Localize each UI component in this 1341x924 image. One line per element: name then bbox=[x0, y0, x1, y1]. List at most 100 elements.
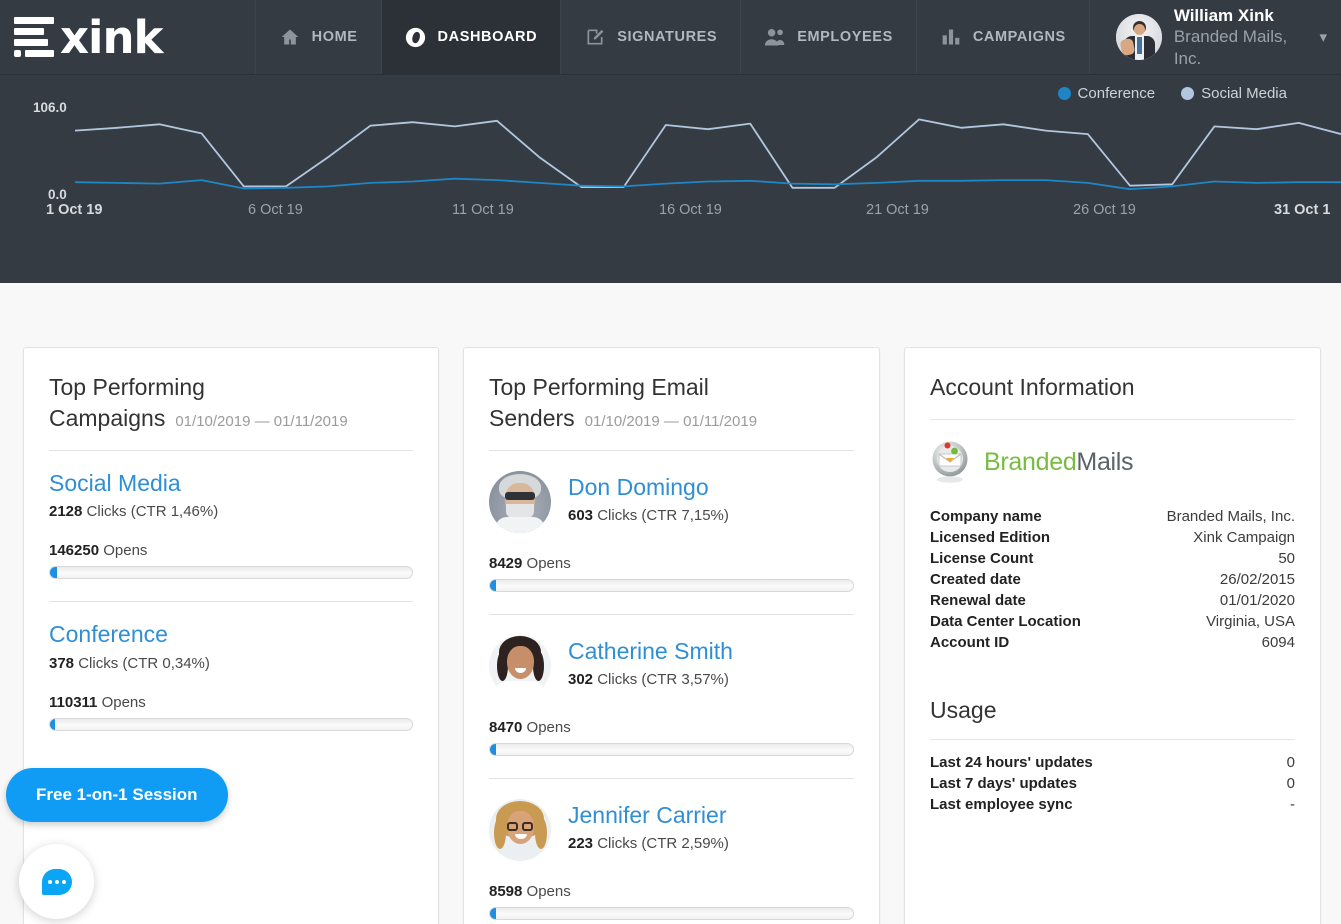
nav-item-home[interactable]: HOME bbox=[254, 0, 381, 74]
x-tick-6: 31 Oct 1 bbox=[1274, 202, 1331, 218]
info-circle-icon bbox=[405, 26, 427, 48]
campaign-opens: 110311 Opens bbox=[49, 693, 146, 711]
table-row: Account ID 6094 bbox=[930, 634, 1295, 652]
campaigns-card-title: Top Performing Campaigns 01/10/2019 — 01/… bbox=[49, 372, 413, 434]
campaign-name[interactable]: Social Media bbox=[49, 470, 413, 496]
sender-progress-fill bbox=[490, 744, 496, 756]
sender-clicks: 603 Clicks (CTR 7,15%) bbox=[568, 507, 729, 525]
sender-name[interactable]: Catherine Smith bbox=[568, 638, 733, 664]
senders-card-title: Top Performing Email Senders 01/10/2019 —… bbox=[489, 372, 854, 434]
logo-branded-text: Branded bbox=[984, 447, 1077, 476]
main-content: Top Performing Campaigns 01/10/2019 — 01/… bbox=[0, 283, 1341, 924]
nav-item-dashboard[interactable]: DASHBOARD bbox=[380, 0, 561, 74]
sender-name[interactable]: Jennifer Carrier bbox=[568, 802, 729, 828]
x-tick-4: 21 Oct 19 bbox=[866, 202, 929, 218]
brandedmails-logo: BrandedMails bbox=[930, 440, 1295, 484]
table-row: Last 24 hours' updates 0 bbox=[930, 754, 1295, 772]
nav-item-campaigns[interactable]: CAMPAIGNS bbox=[915, 0, 1090, 74]
nav-label-campaigns: CAMPAIGNS bbox=[972, 29, 1066, 45]
table-row: Licensed Edition Xink Campaign bbox=[930, 529, 1295, 547]
usage-table: Last 24 hours' updates 0 Last 7 days' upd… bbox=[930, 752, 1295, 815]
senders-title-line1: Top Performing Email bbox=[489, 374, 709, 400]
x-tick-1: 6 Oct 19 bbox=[248, 202, 303, 218]
user-avatar bbox=[1115, 14, 1162, 60]
senders-title-line2: Senders bbox=[489, 405, 575, 432]
dashboard-chart: Conference Social Media 106.0 0.0 1 Oct … bbox=[0, 75, 1341, 283]
table-row: Last employee sync - bbox=[930, 796, 1295, 814]
edit-square-icon bbox=[584, 26, 606, 48]
campaigns-title-line2: Campaigns bbox=[49, 405, 166, 432]
campaign-clicks: 2128 Clicks (CTR 1,46%) bbox=[49, 503, 219, 521]
campaigns-title-line1: Top Performing bbox=[49, 374, 205, 400]
top-performing-senders-card: Top Performing Email Senders 01/10/2019 —… bbox=[463, 347, 880, 924]
main-nav: HOME DASHBOARD SIGNATURES EMPLOYEES CAMP… bbox=[254, 0, 1090, 74]
account-card-title: Account Information bbox=[930, 374, 1135, 400]
sender-avatar-catherine-smith bbox=[489, 635, 551, 698]
top-performing-campaigns-card: Top Performing Campaigns 01/10/2019 — 01/… bbox=[23, 347, 439, 924]
sender-progress-fill bbox=[490, 908, 496, 920]
table-row: Data Center Location Virginia, USA bbox=[930, 613, 1295, 631]
bar-chart-icon bbox=[940, 26, 962, 48]
table-row: License Count 50 bbox=[930, 550, 1295, 568]
campaign-entry: Conference 378 Clicks (CTR 0,34%) 110311… bbox=[49, 602, 413, 731]
sender-progress-bar bbox=[489, 907, 854, 921]
x-tick-0: 1 Oct 19 bbox=[46, 202, 103, 218]
sender-progress-fill bbox=[490, 580, 496, 592]
logo-mails-text: Mails bbox=[1076, 447, 1134, 476]
sender-name[interactable]: Don Domingo bbox=[568, 474, 729, 500]
usage-section-title: Usage bbox=[930, 697, 997, 724]
campaign-progress-bar bbox=[49, 717, 413, 731]
sender-avatar-don-domingo bbox=[489, 471, 551, 534]
senders-date-range: 01/10/2019 — 01/11/2019 bbox=[584, 413, 758, 431]
account-information-card: Account Information BrandedMails Company… bbox=[904, 347, 1321, 924]
account-info-table: Company name Branded Mails, Inc. Licensed… bbox=[930, 506, 1295, 653]
hamburger-bars-icon bbox=[14, 17, 54, 57]
divider bbox=[930, 739, 1295, 741]
app-header: xink HOME DASHBOARD SIGNATURES EMPLOYEES… bbox=[0, 0, 1341, 75]
sender-opens: 8429 Opens bbox=[489, 555, 571, 573]
brand-logo[interactable]: xink bbox=[0, 0, 255, 74]
sender-progress-bar bbox=[489, 743, 854, 757]
campaign-name[interactable]: Conference bbox=[49, 622, 413, 648]
people-icon bbox=[764, 26, 786, 48]
x-tick-5: 26 Oct 19 bbox=[1073, 202, 1136, 218]
sender-progress-bar bbox=[489, 579, 854, 593]
nav-label-dashboard: DASHBOARD bbox=[437, 29, 538, 45]
nav-label-employees: EMPLOYEES bbox=[797, 29, 893, 45]
campaign-opens: 146250 Opens bbox=[49, 542, 148, 560]
chart-line-conference bbox=[74, 177, 1341, 191]
brand-logo-text: xink bbox=[60, 10, 163, 64]
chart-line-social-media bbox=[74, 118, 1341, 189]
campaign-progress-bar bbox=[49, 566, 413, 580]
brandedmails-wordmark: BrandedMails bbox=[984, 447, 1134, 477]
campaign-entry: Social Media 2128 Clicks (CTR 1,46%) 146… bbox=[49, 451, 413, 603]
chat-launcher-button[interactable] bbox=[19, 844, 94, 919]
sender-entry: Jennifer Carrier 223 Clicks (CTR 2,59%) … bbox=[489, 779, 854, 924]
sender-entry: Don Domingo 603 Clicks (CTR 7,15%) 8429 … bbox=[489, 451, 854, 616]
table-row: Company name Branded Mails, Inc. bbox=[930, 508, 1295, 526]
table-row: Last 7 days' updates 0 bbox=[930, 775, 1295, 793]
divider bbox=[930, 419, 1295, 421]
nav-item-employees[interactable]: EMPLOYEES bbox=[740, 0, 916, 74]
home-icon bbox=[279, 26, 301, 48]
sender-opens: 8598 Opens bbox=[489, 883, 571, 901]
chat-bubble-icon bbox=[41, 868, 72, 895]
table-row: Created date 26/02/2015 bbox=[930, 571, 1295, 589]
sender-avatar-jennifer-carrier bbox=[489, 799, 551, 862]
nav-label-home: HOME bbox=[311, 29, 358, 45]
nav-item-signatures[interactable]: SIGNATURES bbox=[560, 0, 740, 74]
brandedmails-envelope-sphere-logo bbox=[930, 440, 974, 484]
chevron-down-icon[interactable]: ▾ bbox=[1319, 28, 1327, 46]
user-org: Branded Mails, Inc. bbox=[1173, 27, 1288, 68]
x-tick-2: 11 Oct 19 bbox=[452, 202, 514, 218]
user-menu[interactable]: William Xink Branded Mails, Inc. ▾ bbox=[1090, 0, 1341, 74]
x-tick-3: 16 Oct 19 bbox=[659, 202, 722, 218]
free-session-button[interactable]: Free 1-on-1 Session bbox=[6, 768, 228, 822]
campaign-progress-fill bbox=[50, 718, 56, 730]
sender-clicks: 302 Clicks (CTR 3,57%) bbox=[568, 671, 729, 689]
campaigns-date-range: 01/10/2019 — 01/11/2019 bbox=[175, 413, 348, 431]
campaign-progress-fill bbox=[50, 567, 57, 579]
sender-entry: Catherine Smith 302 Clicks (CTR 3,57%) 8… bbox=[489, 615, 854, 780]
sender-clicks: 223 Clicks (CTR 2,59%) bbox=[568, 835, 729, 853]
campaign-clicks: 378 Clicks (CTR 0,34%) bbox=[49, 654, 210, 672]
